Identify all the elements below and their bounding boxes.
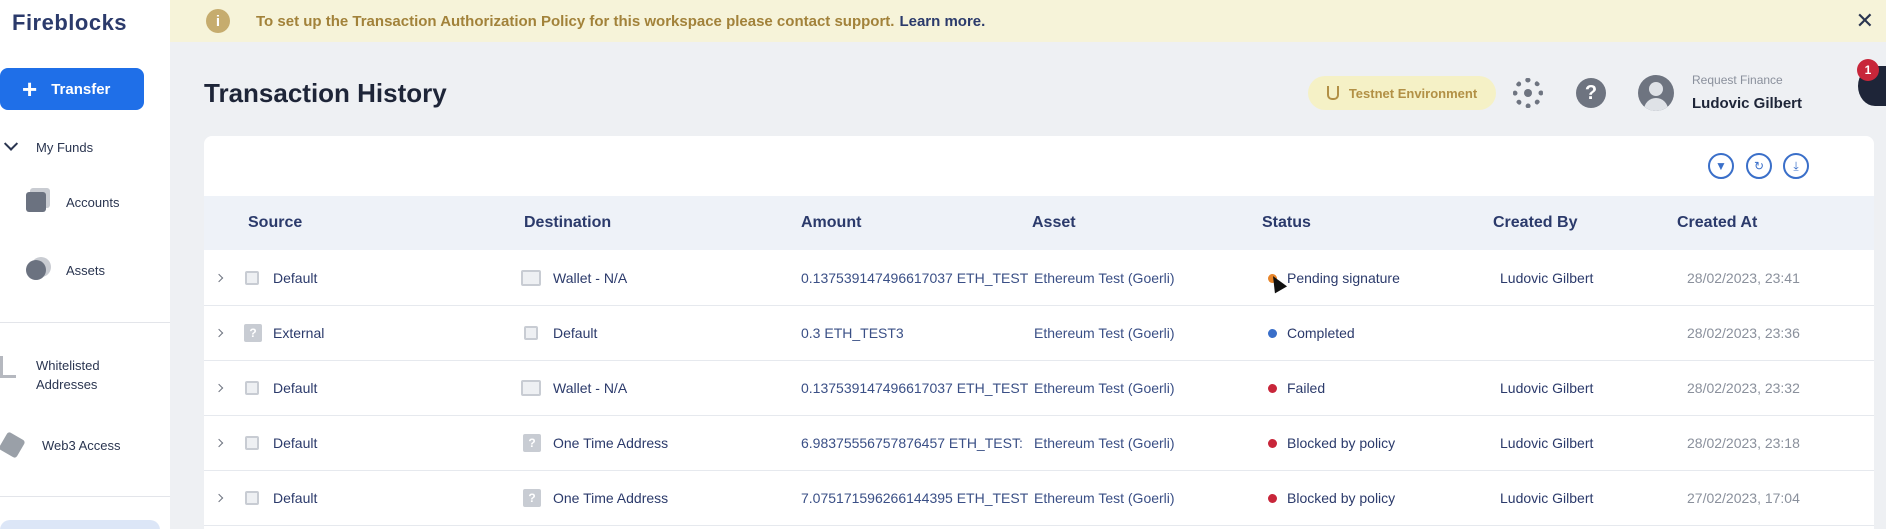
sidebar-divider xyxy=(0,322,170,323)
created-at-cell: 28/02/2023, 23:18 xyxy=(1687,435,1800,451)
created-at-cell: 28/02/2023, 23:41 xyxy=(1687,270,1800,286)
vault-icon xyxy=(524,326,538,340)
wallet-icon xyxy=(521,380,541,396)
created-at-cell: 27/02/2023, 17:04 xyxy=(1687,490,1800,506)
transfer-button[interactable]: + Transfer xyxy=(0,68,144,110)
download-icon[interactable]: ⤓ xyxy=(1783,153,1809,179)
status-cell: Failed xyxy=(1287,380,1326,396)
destination-cell: One Time Address xyxy=(553,435,669,451)
sidebar-collapsed-item[interactable] xyxy=(0,520,160,529)
asset-cell: Ethereum Test (Goerli) xyxy=(1034,325,1175,341)
column-header-asset[interactable]: Asset xyxy=(1032,214,1076,232)
status-cell: Pending signature xyxy=(1287,270,1400,286)
avatar[interactable] xyxy=(1638,75,1674,111)
asset-cell: Ethereum Test (Goerli) xyxy=(1034,435,1175,451)
wallet-icon xyxy=(521,270,541,286)
address-book-icon xyxy=(0,356,16,378)
destination-cell: One Time Address xyxy=(553,490,669,506)
environment-badge: Testnet Environment xyxy=(1308,76,1496,110)
sidebar-item-assets[interactable]: Assets xyxy=(26,260,105,280)
sidebar-divider xyxy=(0,496,170,497)
sidebar-item-label: Assets xyxy=(66,262,106,278)
amount-cell: 0.137539147496617037 ETH_TEST xyxy=(801,270,1029,286)
status-cell: Completed xyxy=(1287,325,1355,341)
status-cell: Blocked by policy xyxy=(1287,435,1396,451)
sidebar-item-accounts[interactable]: Accounts xyxy=(26,192,119,212)
column-header-created-by[interactable]: Created By xyxy=(1493,214,1577,232)
unknown-icon: ? xyxy=(523,489,541,507)
sidebar-item-label: My Funds xyxy=(36,140,94,155)
source-cell: Default xyxy=(273,380,318,396)
destination-cell: Default xyxy=(553,325,598,341)
destination-cell: Wallet - N/A xyxy=(553,270,628,286)
sidebar-item-label: Web3 Access xyxy=(42,437,121,453)
created-by-cell: Ludovic Gilbert xyxy=(1500,490,1594,506)
fireblocks-logo: Fireblocks xyxy=(12,10,128,35)
environment-label: Testnet Environment xyxy=(1348,85,1478,101)
settings-gear-icon[interactable] xyxy=(1513,78,1543,108)
sidebar-item-label: Addresses xyxy=(36,377,98,392)
assets-icon xyxy=(26,260,46,280)
learn-more-link[interactable]: Learn more. xyxy=(899,13,985,30)
plus-icon: + xyxy=(22,74,38,104)
sidebar-item-whitelisted-addresses[interactable]: Whitelisted Addresses xyxy=(0,356,100,394)
amount-cell: 7.075171596266144395 ETH_TEST xyxy=(801,490,1029,506)
help-icon[interactable]: ? xyxy=(1576,78,1606,108)
sidebar-item-web3-access[interactable]: Web3 Access xyxy=(0,431,121,459)
info-icon: i xyxy=(206,9,230,33)
close-icon[interactable]: ✕ xyxy=(1856,8,1874,34)
source-cell: Default xyxy=(273,435,318,451)
cube-icon xyxy=(0,431,26,459)
amount-cell: 0.3 ETH_TEST3 xyxy=(801,325,904,341)
created-by-cell: Ludovic Gilbert xyxy=(1500,435,1594,451)
created-at-cell: 28/02/2023, 23:32 xyxy=(1687,380,1800,396)
accounts-icon xyxy=(26,192,46,212)
sidebar-item-my-funds[interactable]: My Funds xyxy=(3,136,94,155)
unknown-icon: ? xyxy=(244,324,262,342)
status-cell: Blocked by policy xyxy=(1287,490,1396,506)
column-header-status[interactable]: Status xyxy=(1262,214,1311,232)
amount-cell: 6.98375556757876457 ETH_TEST: xyxy=(801,435,1023,451)
banner-text: To set up the Transaction Authorization … xyxy=(256,12,895,30)
chevron-down-icon xyxy=(3,136,19,151)
status-dot xyxy=(1268,494,1277,503)
amount-cell: 0.137539147496617037 ETH_TEST xyxy=(801,380,1029,396)
vault-icon xyxy=(245,381,259,395)
filter-icon[interactable]: ▼ xyxy=(1708,153,1734,179)
vault-icon xyxy=(245,271,259,285)
source-cell: External xyxy=(273,325,325,341)
user-org: Request Finance xyxy=(1692,73,1783,87)
status-dot xyxy=(1268,384,1277,393)
sidebar-item-label: Accounts xyxy=(66,194,120,210)
user-name[interactable]: Ludovic Gilbert xyxy=(1692,95,1802,112)
asset-cell: Ethereum Test (Goerli) xyxy=(1034,270,1175,286)
page-title: Transaction History xyxy=(204,78,447,108)
status-dot xyxy=(1268,329,1277,338)
destination-cell: Wallet - N/A xyxy=(553,380,628,396)
refresh-icon[interactable]: ↻ xyxy=(1746,153,1772,179)
created-by-cell: Ludovic Gilbert xyxy=(1500,270,1594,286)
transfer-label: Transfer xyxy=(51,80,111,98)
unknown-icon: ? xyxy=(523,434,541,452)
sidebar: Fireblocks + Transfer My Funds Accounts … xyxy=(0,0,170,529)
status-dot xyxy=(1268,439,1277,448)
vault-icon xyxy=(245,436,259,450)
policy-banner: i To set up the Transaction Authorizatio… xyxy=(170,0,1886,42)
created-at-cell: 28/02/2023, 23:36 xyxy=(1687,325,1800,341)
column-header-destination[interactable]: Destination xyxy=(524,214,611,232)
notification-count-badge: 1 xyxy=(1857,59,1879,81)
column-header-amount[interactable]: Amount xyxy=(801,214,861,232)
sidebar-item-label: Whitelisted xyxy=(36,358,100,373)
source-cell: Default xyxy=(273,270,318,286)
source-cell: Default xyxy=(273,490,318,506)
asset-cell: Ethereum Test (Goerli) xyxy=(1034,490,1175,506)
flask-icon xyxy=(1326,86,1339,100)
column-header-source[interactable]: Source xyxy=(248,214,302,232)
column-header-created-at[interactable]: Created At xyxy=(1677,214,1757,232)
created-by-cell: Ludovic Gilbert xyxy=(1500,380,1594,396)
asset-cell: Ethereum Test (Goerli) xyxy=(1034,380,1175,396)
vault-icon xyxy=(245,491,259,505)
